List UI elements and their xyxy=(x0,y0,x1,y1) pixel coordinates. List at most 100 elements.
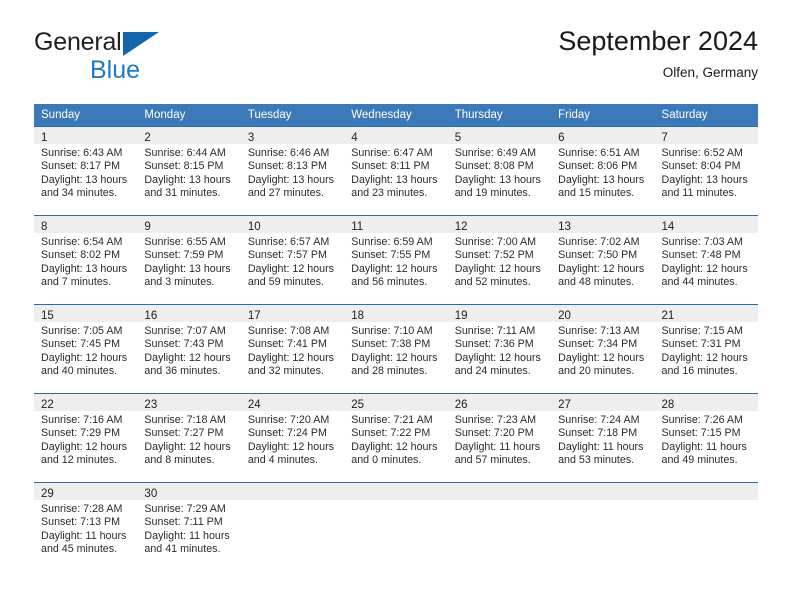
calendar-day-cell[interactable]: 16 Sunrise: 7:07 AM Sunset: 7:43 PM Dayligh… xyxy=(137,304,241,394)
day-details: Sunrise: 6:54 AM Sunset: 8:02 PM Daylight:… xyxy=(34,233,137,290)
day-number-band: 16 xyxy=(137,305,241,322)
day-number: 29 xyxy=(41,488,54,500)
calendar-day-cell[interactable]: 7 Sunrise: 6:52 AM Sunset: 8:04 PM Daylight… xyxy=(654,126,758,216)
day-detail-line: Daylight: 13 hours xyxy=(41,173,128,186)
calendar-day-cell[interactable]: 19 Sunrise: 7:11 AM Sunset: 7:36 PM Dayligh… xyxy=(447,304,552,394)
day-number: 24 xyxy=(247,399,261,411)
day-cell-content: 15 Sunrise: 7:05 AM Sunset: 7:45 PM Dayligh… xyxy=(34,305,138,393)
day-cell-content xyxy=(240,483,345,568)
calendar-day-cell[interactable]: 9 Sunrise: 6:55 AM Sunset: 7:59 PM Daylight… xyxy=(137,215,241,305)
calendar-day-cell[interactable]: 25 Sunrise: 7:21 AM Sunset: 7:22 PM Dayligh… xyxy=(344,393,448,483)
day-detail-line: Daylight: 12 hours xyxy=(144,440,231,453)
calendar-day-cell[interactable]: 30 Sunrise: 7:29 AM Sunset: 7:11 PM Dayligh… xyxy=(137,482,241,568)
calendar-day-cell[interactable]: 10 Sunrise: 6:57 AM Sunset: 7:57 PM Dayligh… xyxy=(240,215,345,305)
calendar-day-cell[interactable]: 29 Sunrise: 7:28 AM Sunset: 7:13 PM Dayligh… xyxy=(34,482,138,568)
logo-text-general: General xyxy=(34,28,122,56)
day-detail-line: Sunset: 7:11 PM xyxy=(144,516,223,529)
day-detail-line: Sunset: 7:52 PM xyxy=(454,249,534,262)
day-detail-line: Daylight: 12 hours xyxy=(351,440,438,453)
day-number: 5 xyxy=(454,132,462,144)
day-detail-line: Sunset: 7:15 PM xyxy=(661,427,741,440)
calendar-day-cell[interactable]: 17 Sunrise: 7:08 AM Sunset: 7:41 PM Dayligh… xyxy=(240,304,345,394)
day-detail-line: and 56 minutes. xyxy=(351,276,428,289)
calendar-day-cell[interactable]: 28 Sunrise: 7:26 AM Sunset: 7:15 PM Dayligh… xyxy=(654,393,758,483)
day-detail-line: Sunrise: 6:59 AM xyxy=(351,236,433,248)
calendar-day-cell[interactable]: 22 Sunrise: 7:16 AM Sunset: 7:29 PM Dayligh… xyxy=(34,393,138,483)
day-detail-line: and 8 minutes. xyxy=(144,454,215,467)
calendar-day-cell[interactable]: 18 Sunrise: 7:10 AM Sunset: 7:38 PM Dayligh… xyxy=(344,304,448,394)
day-detail-line: Sunset: 7:48 PM xyxy=(661,249,741,262)
day-details: Sunrise: 7:00 AM Sunset: 7:52 PM Daylight:… xyxy=(448,233,551,290)
day-detail-line: Sunset: 7:24 PM xyxy=(247,427,327,440)
calendar-week-row: 29 Sunrise: 7:28 AM Sunset: 7:13 PM Dayligh… xyxy=(34,482,758,568)
calendar-day-cell[interactable]: 13 Sunrise: 7:02 AM Sunset: 7:50 PM Dayligh… xyxy=(551,215,655,305)
calendar-empty-cell xyxy=(447,482,552,568)
day-details: Sunrise: 6:59 AM Sunset: 7:55 PM Daylight:… xyxy=(344,233,447,290)
calendar-day-cell[interactable]: 11 Sunrise: 6:59 AM Sunset: 7:55 PM Dayligh… xyxy=(344,215,448,305)
calendar-day-cell[interactable]: 3 Sunrise: 6:46 AM Sunset: 8:13 PM Daylight… xyxy=(240,126,345,216)
day-number: 2 xyxy=(144,132,151,144)
day-number: 1 xyxy=(41,132,48,144)
day-detail-line: and 19 minutes. xyxy=(454,187,531,200)
day-number: 20 xyxy=(558,310,571,322)
day-cell-content: 4 Sunrise: 6:47 AM Sunset: 8:11 PM Daylight… xyxy=(344,127,448,215)
day-details xyxy=(241,500,344,503)
day-detail-line: Sunset: 7:43 PM xyxy=(144,338,224,351)
day-number: 7 xyxy=(661,132,668,144)
day-details: Sunrise: 7:28 AM Sunset: 7:13 PM Daylight:… xyxy=(34,500,137,557)
day-detail-line: Daylight: 12 hours xyxy=(454,351,541,364)
day-number-band: 29 xyxy=(34,483,138,500)
day-cell-content: 17 Sunrise: 7:08 AM Sunset: 7:41 PM Dayligh… xyxy=(240,305,345,393)
day-details xyxy=(551,500,654,503)
day-details xyxy=(344,500,447,503)
day-detail-line: Daylight: 12 hours xyxy=(558,262,645,275)
day-detail-line: Sunrise: 7:07 AM xyxy=(144,325,226,337)
day-detail-line: and 34 minutes. xyxy=(41,187,118,200)
calendar-day-cell[interactable]: 8 Sunrise: 6:54 AM Sunset: 8:02 PM Daylight… xyxy=(34,215,138,305)
day-number-band: 17 xyxy=(240,305,345,322)
day-number-band: 25 xyxy=(344,394,448,411)
day-detail-line: Daylight: 12 hours xyxy=(41,440,128,453)
calendar-day-cell[interactable]: 26 Sunrise: 7:23 AM Sunset: 7:20 PM Dayligh… xyxy=(447,393,552,483)
day-detail-line: Daylight: 12 hours xyxy=(144,351,231,364)
calendar-day-cell[interactable]: 20 Sunrise: 7:13 AM Sunset: 7:34 PM Dayligh… xyxy=(551,304,655,394)
calendar-day-cell[interactable]: 27 Sunrise: 7:24 AM Sunset: 7:18 PM Dayligh… xyxy=(551,393,655,483)
calendar-day-cell[interactable]: 6 Sunrise: 6:51 AM Sunset: 8:06 PM Daylight… xyxy=(551,126,655,216)
day-detail-line: and 41 minutes. xyxy=(144,543,221,556)
day-detail-line: Daylight: 12 hours xyxy=(247,440,334,453)
day-detail-line: Daylight: 12 hours xyxy=(351,262,438,275)
day-detail-line: Sunset: 7:18 PM xyxy=(558,427,638,440)
day-detail-line: Daylight: 12 hours xyxy=(247,351,334,364)
calendar-day-cell[interactable]: 5 Sunrise: 6:49 AM Sunset: 8:08 PM Daylight… xyxy=(447,126,552,216)
calendar-day-cell[interactable]: 2 Sunrise: 6:44 AM Sunset: 8:15 PM Daylight… xyxy=(137,126,241,216)
calendar-day-cell[interactable]: 24 Sunrise: 7:20 AM Sunset: 7:24 PM Dayligh… xyxy=(240,393,345,483)
day-detail-line: Sunrise: 7:03 AM xyxy=(661,236,743,248)
day-number-band: 28 xyxy=(654,394,758,411)
day-detail-line: and 45 minutes. xyxy=(41,543,118,556)
calendar-day-cell[interactable]: 21 Sunrise: 7:15 AM Sunset: 7:31 PM Dayligh… xyxy=(654,304,758,394)
calendar-day-cell[interactable]: 1 Sunrise: 6:43 AM Sunset: 8:17 PM Daylight… xyxy=(34,126,138,216)
day-detail-line: Sunset: 8:06 PM xyxy=(558,160,638,173)
day-number: 9 xyxy=(144,221,151,233)
day-details xyxy=(655,500,758,503)
day-detail-line: Sunrise: 7:20 AM xyxy=(247,414,330,426)
calendar-empty-cell xyxy=(344,482,448,568)
day-number-band: 27 xyxy=(551,394,655,411)
day-number-band: 1 xyxy=(34,127,138,144)
calendar-empty-cell xyxy=(654,482,758,568)
day-cell-content: 11 Sunrise: 6:59 AM Sunset: 7:55 PM Dayligh… xyxy=(344,216,448,304)
day-number-band: 6 xyxy=(551,127,655,144)
day-cell-content: 22 Sunrise: 7:16 AM Sunset: 7:29 PM Dayligh… xyxy=(34,394,138,482)
day-detail-line: Sunrise: 7:00 AM xyxy=(454,236,537,248)
calendar-day-cell[interactable]: 4 Sunrise: 6:47 AM Sunset: 8:11 PM Daylight… xyxy=(344,126,448,216)
calendar-day-cell[interactable]: 14 Sunrise: 7:03 AM Sunset: 7:48 PM Dayligh… xyxy=(654,215,758,305)
weekday-header-saturday: Saturday xyxy=(654,104,758,127)
calendar-week-row: 1 Sunrise: 6:43 AM Sunset: 8:17 PM Daylight… xyxy=(34,126,758,216)
calendar-day-cell[interactable]: 15 Sunrise: 7:05 AM Sunset: 7:45 PM Dayligh… xyxy=(34,304,138,394)
calendar-day-cell[interactable]: 23 Sunrise: 7:18 AM Sunset: 7:27 PM Dayligh… xyxy=(137,393,241,483)
calendar-day-cell[interactable]: 12 Sunrise: 7:00 AM Sunset: 7:52 PM Dayligh… xyxy=(447,215,552,305)
day-details: Sunrise: 6:52 AM Sunset: 8:04 PM Daylight:… xyxy=(655,144,758,201)
day-detail-line: Sunset: 7:27 PM xyxy=(144,427,224,440)
day-detail-line: and 52 minutes. xyxy=(454,276,531,289)
day-cell-content: 10 Sunrise: 6:57 AM Sunset: 7:57 PM Dayligh… xyxy=(240,216,345,304)
